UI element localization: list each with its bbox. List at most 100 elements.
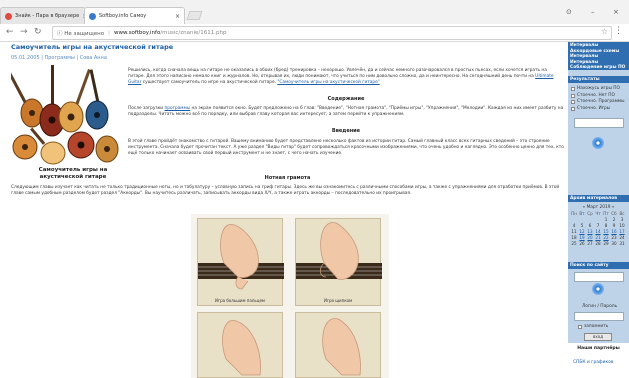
figure-caption: Игра щипком	[323, 298, 353, 303]
checkbox[interactable]	[571, 100, 575, 105]
back-arrow-icon[interactable]: ←	[6, 27, 14, 37]
tab-title: Знайк - Пара в браузере	[15, 13, 80, 19]
poll-comment-field[interactable]	[574, 118, 624, 128]
browser-menu-icon[interactable]: ⋮	[614, 26, 623, 36]
sidebar-links: Интервалы Аккордовые схемы Интервалы Инт…	[568, 42, 629, 70]
hand-on-strings-icon	[322, 318, 361, 376]
calendar-day: 25	[571, 241, 577, 246]
search-input[interactable]	[574, 272, 624, 282]
poll-option-label: Стоечно. Игры	[577, 105, 611, 111]
remember-option[interactable]: запомнить	[578, 324, 608, 331]
remember-label: запомнить	[584, 324, 609, 329]
hand-on-strings-icon	[222, 320, 261, 376]
url-host: www.softboy.info	[113, 30, 161, 36]
calendar-day[interactable]: 12	[578, 229, 586, 234]
contents-text: После загрузки	[128, 106, 165, 111]
calendar-weekday: Сб	[611, 211, 617, 216]
notation-paragraph: Следующим главы изучает как читать не то…	[11, 185, 560, 196]
calendar-day: 24	[619, 235, 625, 240]
login-button[interactable]: вход	[584, 333, 612, 341]
contents-paragraph: После загрузки программы на экран появит…	[128, 106, 564, 118]
calendar-weekday: Вт	[579, 211, 585, 216]
remember-checkbox[interactable]	[578, 325, 582, 330]
calendar-day[interactable]: 15	[602, 229, 610, 234]
figure-panel: Игра щипком	[295, 218, 382, 306]
calendar-day[interactable]: 17	[618, 229, 626, 234]
browser-tab[interactable]: Знайк - Пара в браузере ×	[0, 7, 86, 24]
calendar-day: 11	[571, 229, 577, 234]
partners-link[interactable]: СПБК и графиков	[568, 360, 629, 365]
calendar-grid: Пн Вт Ср Чт Пт Сб Вс 1 2 3 4 5 6 7 8 9 10 11 12 13 14 15 16 17 1…	[570, 211, 627, 246]
forward-arrow-icon[interactable]: →	[20, 27, 28, 37]
poll: Нахожусь игры ПО Стоечно. Нет ПО Стоечно…	[571, 86, 627, 112]
calendar-day[interactable]: 20	[586, 235, 594, 240]
sidebar-link[interactable]: Соблюдение игры ПО	[570, 65, 627, 71]
calendar-day: 7	[596, 223, 600, 228]
hand-on-strings-icon	[198, 224, 284, 290]
section-heading: Содержание	[327, 96, 365, 102]
bookmark-star-icon[interactable]: ☆	[601, 27, 608, 36]
calendar-weekday: Ср	[587, 211, 593, 216]
close-window-icon[interactable]: ×	[613, 8, 619, 16]
browser-toolbar: ← → ↻ ⓘ Не защищено | www.softboy.info/m…	[0, 24, 629, 42]
site-favicon-icon	[5, 12, 12, 20]
web-page: Самоучитель игры на акустической гитаре …	[0, 42, 629, 378]
calendar-weekday: Пн	[571, 211, 577, 216]
intro-paragraph: Решились, когда сначала вещь на гитаре н…	[128, 68, 564, 86]
partners-block: Наши партнёры СПБК и графиков	[568, 343, 629, 378]
login-field[interactable]	[574, 312, 624, 321]
browser-tab-active[interactable]: Softboy.info Самоу ×	[84, 7, 185, 24]
reload-icon[interactable]: ↻	[34, 27, 42, 37]
hand-technique-figure: Игра большим пальцем Игра щипком	[191, 214, 389, 378]
program-link[interactable]: программы	[164, 106, 190, 111]
security-indicator[interactable]: ⓘ Не защищено	[57, 29, 104, 37]
checkbox[interactable]	[571, 106, 575, 111]
checkbox[interactable]	[571, 87, 575, 92]
calendar-weekday: Чт	[595, 211, 601, 216]
figure-panel: Игра большим пальцем	[197, 218, 284, 306]
article-title[interactable]: Самоучитель игры на акустической гитаре	[11, 43, 173, 51]
profile-icon[interactable]: ⊙	[566, 8, 572, 16]
partners-heading: Наши партнёры	[577, 346, 620, 351]
guitars-image: Самоучитель игры на акустической гитаре	[6, 65, 120, 180]
tutorial-link[interactable]: "Самоучитель игры на акустической гитаре…	[277, 80, 379, 85]
calendar-day[interactable]: 21	[594, 235, 602, 240]
hand-on-strings-icon	[296, 222, 382, 280]
calendar-day[interactable]: 13	[586, 229, 594, 234]
guitars-collage-icon	[6, 65, 120, 173]
calendar-empty-cell	[594, 217, 602, 222]
figure-panel	[197, 312, 283, 378]
new-tab-button[interactable]	[186, 11, 203, 20]
minimize-icon[interactable]: –	[591, 8, 595, 16]
intro-text: существует самоучитель по игре на акусти…	[141, 80, 278, 85]
checkbox[interactable]	[571, 93, 575, 98]
poll-option[interactable]: Стоечно. Игры	[571, 106, 627, 113]
login-label: Логин / Пароль	[582, 304, 618, 309]
calendar-day: 1	[604, 217, 608, 222]
calendar-day[interactable]: 16	[610, 229, 618, 234]
calendar-day[interactable]: 19	[578, 235, 586, 240]
address-separator: |	[108, 30, 110, 36]
poll-submit-icon[interactable]	[592, 137, 604, 149]
search-submit-icon[interactable]	[592, 283, 604, 295]
contents-text: на экран появится окно. Будет предложено…	[128, 106, 564, 117]
address-bar[interactable]: ⓘ Не защищено | www.softboy.info/music/z…	[52, 26, 612, 40]
calendar-day: 8	[604, 223, 608, 228]
calendar-day: 4	[572, 223, 576, 228]
section-heading: Введение	[331, 128, 361, 134]
section-heading: Нотная грамота	[264, 175, 311, 181]
calendar-weekday: Вс	[619, 211, 625, 216]
calendar-month-label: Март 2019	[586, 205, 611, 210]
calendar-day: 28	[595, 241, 601, 246]
calendar-day: 30	[611, 241, 617, 246]
close-tab-icon[interactable]: ×	[175, 13, 180, 20]
calendar-day: 9	[612, 223, 616, 228]
poll-heading: Результаты	[568, 76, 629, 83]
calendar-weekday: Пт	[603, 211, 609, 216]
calendar-day[interactable]: 14	[594, 229, 602, 234]
tab-title: Softboy.info Самоу	[99, 13, 147, 19]
calendar-day[interactable]: 22	[602, 235, 610, 240]
search-heading: Поиск по сайту	[568, 262, 629, 269]
calendar-day: 26	[579, 241, 585, 246]
archive-calendar: « Март 2019 » Пн Вт Ср Чт Пт Сб Вс 1 2 3 4 5 6 7 8 9 10 1…	[570, 205, 627, 246]
